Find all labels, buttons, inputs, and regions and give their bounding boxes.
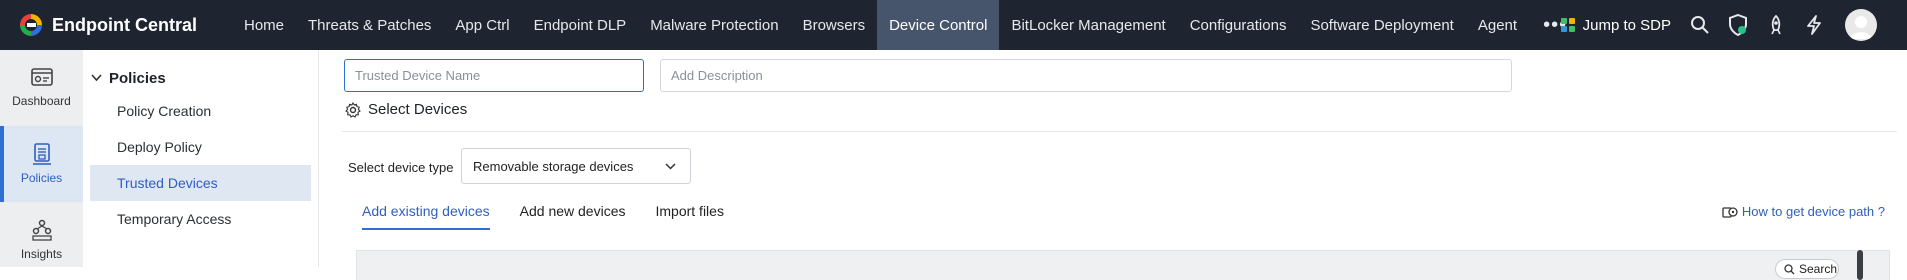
rail-item-dashboard[interactable]: Dashboard	[0, 50, 83, 126]
search-button-label: Search	[1799, 262, 1838, 276]
device-path-help-link[interactable]: How to get device path ?	[1722, 204, 1885, 219]
table-search-button[interactable]: Search	[1775, 259, 1839, 279]
sidebar-item-deploy-policy[interactable]: Deploy Policy	[90, 129, 311, 165]
sidebar-item-trusted-devices[interactable]: Trusted Devices	[90, 165, 311, 201]
top-right-actions: Jump to SDP	[1560, 0, 1907, 50]
left-rail: Dashboard Policies Insights	[0, 50, 83, 267]
rail-item-label: Insights	[20, 247, 63, 261]
help-link-label: How to get device path ?	[1741, 204, 1885, 219]
device-type-label: Select device type	[348, 160, 454, 175]
description-input[interactable]	[660, 59, 1512, 92]
policies-icon	[32, 143, 51, 165]
sidebar-heading-policies[interactable]: Policies	[83, 63, 318, 93]
chevron-down-icon	[91, 74, 102, 82]
device-source-tabs: Add existing devices Add new devices Imp…	[362, 200, 754, 230]
rail-item-label: Policies	[20, 171, 63, 185]
dashboard-icon	[30, 68, 53, 86]
nav-software-deployment[interactable]: Software Deployment	[1298, 0, 1465, 50]
nav-device-control[interactable]: Device Control	[877, 0, 1000, 50]
rail-item-policies[interactable]: Policies	[0, 126, 83, 202]
main-nav: Home Threats & Patches App Ctrl Endpoint…	[232, 0, 1581, 50]
sdp-icon	[1560, 18, 1575, 32]
sidebar-item-temporary-access[interactable]: Temporary Access	[90, 201, 311, 237]
main-content: Select Devices Select device type Remova…	[320, 50, 1907, 280]
section-title-label: Select Devices	[368, 101, 468, 118]
tab-import-files[interactable]: Import files	[655, 200, 723, 230]
nav-bitlocker-management[interactable]: BitLocker Management	[999, 0, 1177, 50]
jump-to-sdp-button[interactable]: Jump to SDP	[1560, 17, 1671, 34]
nav-configurations[interactable]: Configurations	[1178, 0, 1299, 50]
brand[interactable]: Endpoint Central	[0, 0, 232, 50]
insights-icon	[31, 219, 52, 241]
lightning-icon[interactable]	[1803, 14, 1825, 36]
nav-endpoint-dlp[interactable]: Endpoint DLP	[522, 0, 639, 50]
gear-icon	[345, 101, 361, 118]
nav-malware-protection[interactable]: Malware Protection	[638, 0, 790, 50]
nav-app-ctrl[interactable]: App Ctrl	[443, 0, 521, 50]
nav-threats-patches[interactable]: Threats & Patches	[296, 0, 443, 50]
device-type-value: Removable storage devices	[473, 158, 634, 174]
tab-add-existing-devices[interactable]: Add existing devices	[362, 200, 490, 230]
scrollbar-thumb[interactable]	[1857, 250, 1863, 280]
endpoint-central-logo-icon	[18, 12, 44, 38]
top-navigation-bar: Endpoint Central Home Threats & Patches …	[0, 0, 1907, 50]
device-help-icon	[1722, 206, 1738, 218]
devices-table-panel	[356, 250, 1890, 280]
jump-to-sdp-label: Jump to SDP	[1582, 16, 1671, 34]
search-icon[interactable]	[1689, 14, 1711, 36]
policies-sidebar: Policies Policy Creation Deploy Policy T…	[83, 50, 319, 267]
avatar[interactable]	[1845, 9, 1877, 41]
chevron-down-icon	[665, 163, 676, 170]
sidebar-item-policy-creation[interactable]: Policy Creation	[90, 93, 311, 129]
search-icon	[1784, 263, 1795, 274]
device-type-select[interactable]: Removable storage devices	[461, 148, 691, 184]
sidebar-heading-label: Policies	[109, 69, 166, 87]
tab-add-new-devices[interactable]: Add new devices	[520, 200, 626, 230]
nav-home[interactable]: Home	[232, 0, 296, 50]
trusted-device-name-input[interactable]	[344, 59, 644, 92]
nav-browsers[interactable]: Browsers	[791, 0, 878, 50]
select-devices-section-title: Select Devices	[345, 101, 467, 118]
section-divider	[342, 131, 1897, 132]
rocket-icon[interactable]	[1765, 14, 1787, 36]
nav-agent[interactable]: Agent	[1466, 0, 1529, 50]
app-title: Endpoint Central	[52, 14, 197, 35]
rail-item-label: Dashboard	[12, 94, 71, 108]
shield-icon[interactable]	[1727, 14, 1749, 36]
